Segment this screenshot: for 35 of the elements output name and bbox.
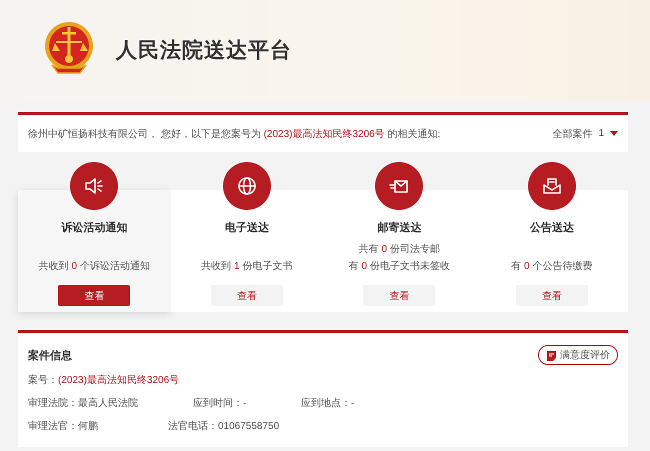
info-field: 审理法院：最高人民法院	[28, 396, 193, 410]
info-field: 审理法官：何鹏	[28, 419, 168, 433]
info-field: 法官电话：01067558750	[168, 419, 288, 433]
card-title: 邮寄送达	[377, 220, 422, 235]
service-card[interactable]: 电子送达 共收到 1 份电子文书 查看	[170, 190, 323, 312]
service-card[interactable]: 诉讼活动通知 共收到 0 个诉讼活动通知 查看	[18, 190, 170, 312]
view-button[interactable]: 查看	[58, 285, 130, 306]
card-summary: 共收到 0 个诉讼活动通知	[38, 260, 150, 273]
rating-button[interactable]: 满意度评价	[538, 345, 618, 365]
view-button[interactable]: 查看	[210, 285, 283, 306]
case-count: 1	[598, 128, 604, 139]
card-summary: 共有 0 份司法专邮	[358, 242, 440, 256]
letter-tray-icon	[542, 176, 562, 196]
view-button[interactable]: 查看	[516, 285, 588, 306]
section-title: 案件信息	[28, 348, 72, 362]
caret-icon[interactable]	[610, 131, 618, 136]
speaker-icon	[84, 177, 104, 195]
card-summary: 有 0 个公告待缴费	[511, 260, 592, 273]
platform-title: 人民法院送达平台	[116, 38, 292, 64]
envelope-icon	[389, 177, 410, 195]
note-icon	[546, 350, 557, 360]
card-title: 公告送达	[530, 220, 574, 235]
view-button[interactable]: 查看	[363, 285, 436, 306]
service-card[interactable]: 邮寄送达 共有 0 份司法专邮 有 0 份电子文书未签收 查看	[323, 190, 476, 312]
case-filter-label: 全部案件	[552, 128, 592, 140]
card-summary: 有 0 份电子文书未签收	[348, 260, 450, 273]
globe-icon	[236, 176, 257, 196]
service-card[interactable]: 公告送达 有 0 个公告待缴费 查看	[476, 190, 628, 312]
info-field: 应到时间：-	[193, 396, 301, 410]
greeting-text: 徐州中矿恒扬科技有限公司， 您好，以下是您案号为 (2023)最高法知民终3206号 的相关通知:	[28, 128, 440, 140]
card-title: 电子送达	[224, 220, 269, 235]
card-summary: 共收到 1 份电子文书	[201, 260, 292, 273]
card-title: 诉讼活动通知	[61, 220, 128, 235]
case-number-field: 案号：(2023)最高法知民终3206号	[28, 373, 180, 387]
info-field: 应到地点：-	[301, 396, 401, 410]
